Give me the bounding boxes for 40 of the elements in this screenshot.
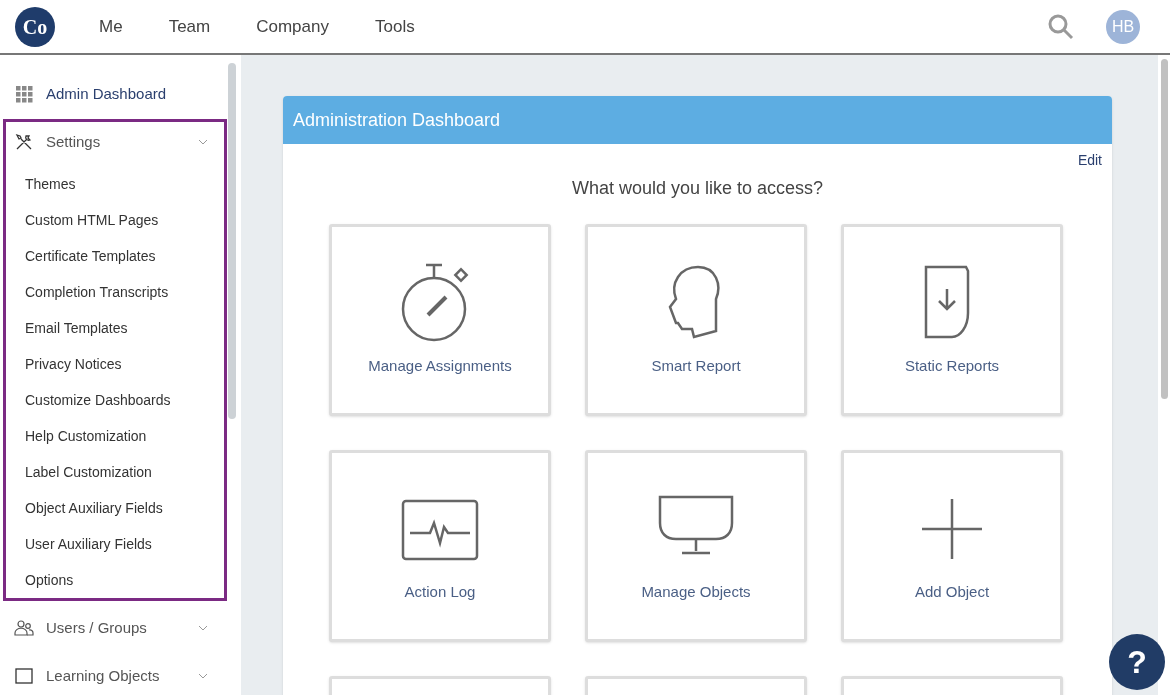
logo[interactable]: Co bbox=[15, 6, 55, 47]
submenu-item[interactable]: Label Customization bbox=[6, 454, 224, 490]
search-icon[interactable] bbox=[1048, 13, 1074, 40]
chevron-icon bbox=[198, 673, 208, 679]
prompt-text: What would you like to access? bbox=[570, 177, 825, 200]
sidebar-item[interactable]: Admin Dashboard bbox=[6, 74, 224, 114]
dashboard-tile[interactable]: Manage Objects bbox=[585, 450, 807, 642]
panel-title: Administration Dashboard bbox=[293, 108, 501, 132]
scrollbar[interactable] bbox=[228, 63, 236, 419]
submenu-item[interactable]: Object Auxiliary Fields bbox=[6, 490, 224, 526]
users-icon bbox=[14, 618, 34, 638]
nav-link[interactable]: Company bbox=[256, 13, 329, 40]
chevron-icon bbox=[198, 139, 208, 145]
submenu-item[interactable]: Themes bbox=[6, 166, 224, 202]
submenu-item[interactable]: Customize Dashboards bbox=[6, 382, 224, 418]
submenu-item[interactable]: Help Customization bbox=[6, 418, 224, 454]
page-scrollbar[interactable] bbox=[1160, 59, 1168, 399]
square-icon bbox=[14, 666, 34, 686]
tools-icon bbox=[14, 132, 34, 152]
nav-link[interactable]: Tools bbox=[374, 13, 415, 40]
dashboard-tile[interactable]: Add Object bbox=[841, 450, 1063, 642]
grid-icon bbox=[14, 84, 34, 104]
submenu-item[interactable]: User Auxiliary Fields bbox=[6, 526, 224, 562]
edit-link[interactable]: Edit bbox=[1077, 150, 1102, 171]
submenu-item[interactable]: Certificate Templates bbox=[6, 238, 224, 274]
nav-link[interactable]: Team bbox=[168, 13, 211, 40]
submenu-item[interactable]: Options bbox=[6, 562, 224, 598]
dashboard-tile[interactable]: Manage Assignments bbox=[329, 224, 551, 416]
chevron-icon bbox=[198, 625, 208, 631]
sidebar-item[interactable]: Users / Groups bbox=[6, 608, 224, 648]
submenu-item[interactable]: Privacy Notices bbox=[6, 346, 224, 382]
dashboard-tile[interactable]: Static Reports bbox=[841, 224, 1063, 416]
submenu-item[interactable]: Email Templates bbox=[6, 310, 224, 346]
dashboard-tile[interactable]: Smart Report bbox=[585, 224, 807, 416]
nav-link[interactable]: Me bbox=[99, 13, 123, 40]
dashboard-tile[interactable]: Action Log bbox=[329, 450, 551, 642]
submenu-item[interactable]: Completion Transcripts bbox=[6, 274, 224, 310]
submenu-item[interactable]: Custom HTML Pages bbox=[6, 202, 224, 238]
sidebar-item[interactable]: Learning Objects bbox=[6, 656, 224, 695]
sidebar-item[interactable]: Settings bbox=[6, 122, 224, 162]
